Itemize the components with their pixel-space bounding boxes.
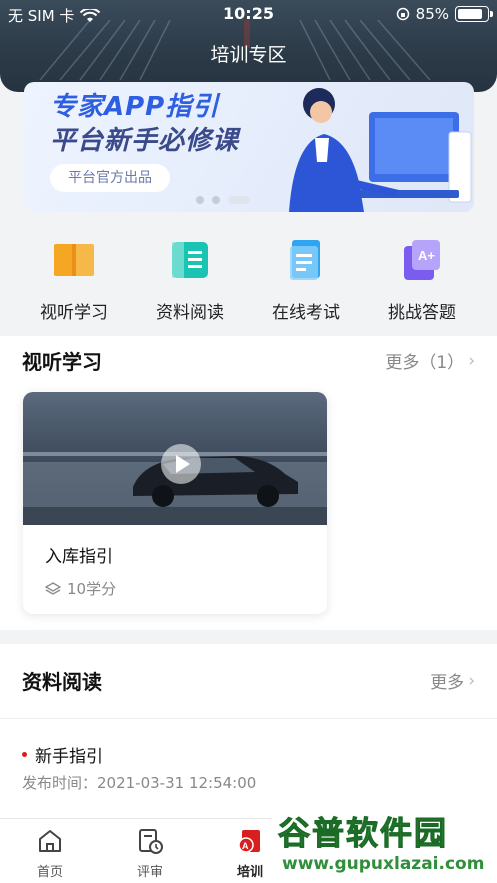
tab-review[interactable]: 评审 [100, 819, 200, 883]
layers-icon [45, 581, 61, 595]
chevron-right-icon: › [468, 670, 475, 691]
video-title: 入库指引 [45, 547, 113, 567]
quick-label: 在线考试 [272, 303, 340, 323]
reading-section: 资料阅读 更多 › 新手指引 发布时间：2021-03-31 12:54:00 [0, 644, 497, 818]
banner-subheadline: 平台新手必修课 [50, 126, 240, 156]
quick-item-exam[interactable]: 在线考试 [248, 222, 364, 332]
quick-menu: 视听学习 资料阅读 在线考试 A+ 挑战答题 [0, 222, 497, 332]
av-learning-section: 视听学习 更多（1） › 入库指引 10学分 [0, 336, 497, 630]
article-title: 新手指引 [35, 747, 103, 767]
svg-text:A+: A+ [418, 248, 435, 263]
more-link[interactable]: 更多（1） › [385, 348, 475, 374]
more-link[interactable]: 更多 › [430, 668, 475, 694]
document-list-icon [168, 238, 212, 282]
video-thumbnail [23, 392, 327, 525]
article-item[interactable]: 新手指引 [22, 742, 103, 767]
training-icon: A [238, 830, 260, 853]
app-root: 无 SIM 卡 10:25 85% 培训专区 专家APP指引 平台新手必修课 平… [0, 0, 497, 883]
orientation-lock-icon [396, 7, 409, 21]
watermark-logo: 谷普软件园 www.gupuxlazai.com [272, 806, 497, 883]
section-title: 视听学习 [22, 350, 102, 374]
header: 无 SIM 卡 10:25 85% 培训专区 [0, 0, 497, 92]
credit-text: 10学分 [67, 580, 117, 598]
battery-percent: 85% [415, 5, 449, 23]
banner-carousel[interactable]: 专家APP指引 平台新手必修课 平台官方出品 [24, 82, 474, 212]
carousel-dot[interactable] [212, 196, 220, 204]
quick-label: 视听学习 [40, 303, 108, 323]
banner-illustration [289, 88, 472, 212]
tab-home[interactable]: 首页 [0, 819, 100, 883]
page-title: 培训专区 [210, 44, 287, 66]
quick-item-av-learning[interactable]: 视听学习 [16, 222, 132, 332]
review-icon [139, 829, 163, 854]
challenge-icon: A+ [400, 238, 444, 282]
quick-item-challenge[interactable]: A+ 挑战答题 [364, 222, 480, 332]
divider [0, 718, 497, 719]
quick-label: 挑战答题 [388, 303, 456, 323]
quick-label: 资料阅读 [156, 303, 224, 323]
chevron-right-icon: › [468, 350, 475, 371]
battery-icon [455, 6, 493, 22]
bullet-dot [22, 752, 27, 757]
play-icon[interactable] [161, 444, 201, 484]
video-card[interactable]: 入库指引 10学分 [23, 392, 327, 614]
home-icon [39, 830, 61, 852]
carousel-dot[interactable] [196, 196, 204, 204]
credit-info: 10学分 [45, 578, 116, 599]
svg-text:A: A [242, 841, 249, 851]
section-title: 资料阅读 [22, 670, 102, 694]
banner-tag: 平台官方出品 [50, 164, 170, 192]
status-bar: 无 SIM 卡 10:25 85% [0, 0, 497, 30]
exam-paper-icon [284, 238, 328, 282]
banner-headline: 专家APP指引 [50, 92, 220, 122]
article-time: 发布时间：2021-03-31 12:54:00 [22, 774, 257, 792]
carousel-indicator [196, 196, 250, 204]
carousel-dot-active[interactable] [228, 196, 250, 204]
quick-item-reading[interactable]: 资料阅读 [132, 222, 248, 332]
book-icon [52, 238, 96, 282]
